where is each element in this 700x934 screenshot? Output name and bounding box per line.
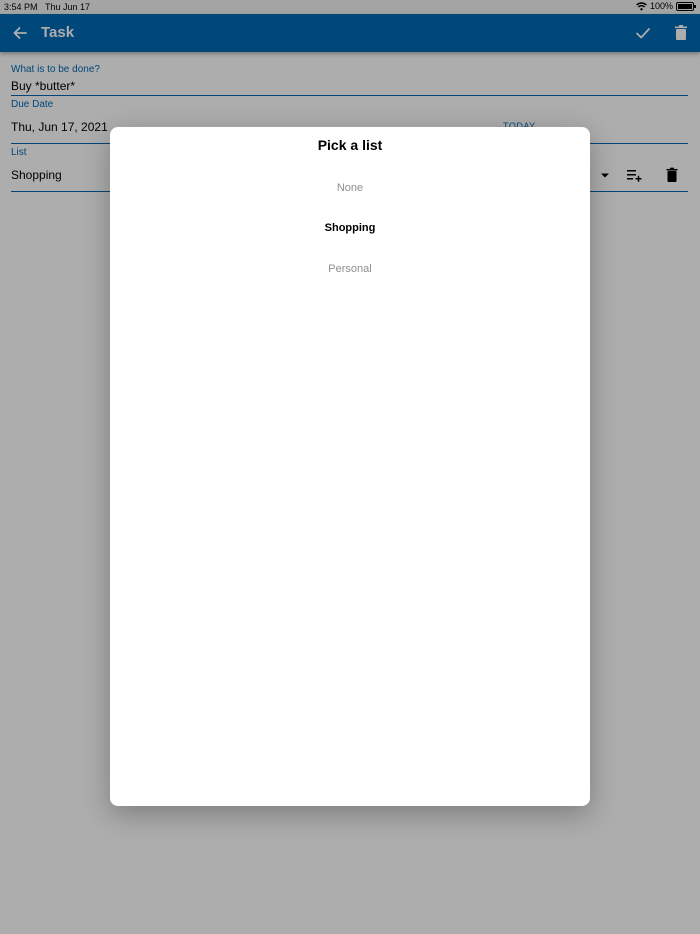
- list-option-none[interactable]: None: [110, 175, 590, 201]
- dialog-title: Pick a list: [317, 137, 383, 153]
- list-option-personal[interactable]: Personal: [110, 256, 590, 282]
- pick-list-dialog: Pick a list None Shopping Personal: [110, 127, 590, 806]
- list-option-shopping[interactable]: Shopping: [110, 215, 590, 241]
